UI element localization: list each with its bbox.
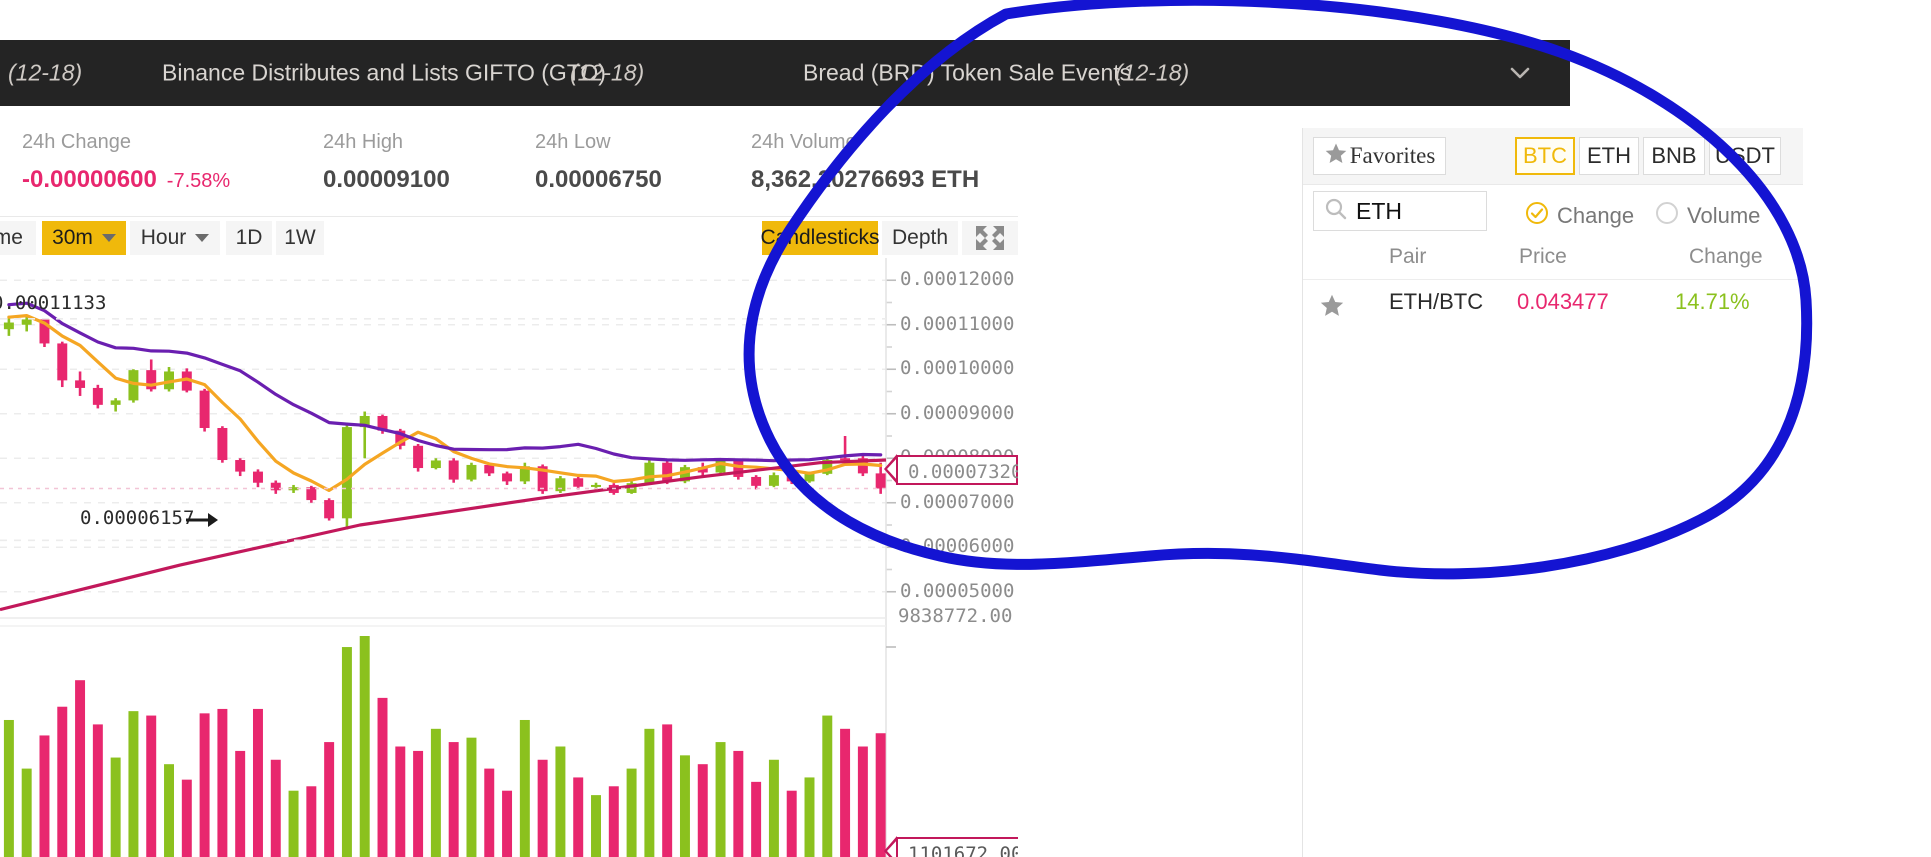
search-box[interactable] — [1313, 191, 1487, 231]
stat-24h-low: 24h Low 0.00006750 — [535, 130, 662, 195]
sort-volume-label: Volume — [1687, 203, 1761, 228]
sort-volume-radio[interactable]: Volume — [1655, 201, 1760, 231]
stat-value: -0.00000600 -7.58% — [22, 165, 230, 196]
stat-label: 24h Volume — [751, 131, 857, 153]
stat-24h-change: 24h Change -0.00000600 -7.58% — [22, 130, 230, 196]
toolbar-depth-label: Depth — [891, 226, 949, 249]
price-axis-tick: 0.00009000 — [900, 401, 1015, 424]
currency-tab-usdt[interactable]: USDT — [1709, 137, 1781, 175]
news-ticker[interactable]: (12-18) Binance Distributes and Lists GI… — [0, 40, 1570, 106]
chevron-down-icon[interactable] — [1506, 59, 1534, 87]
news-date-1: (12-18) — [8, 59, 83, 86]
expand-icon — [976, 226, 1004, 250]
favorites-tab[interactable]: Favorites — [1313, 137, 1446, 175]
stat-percent: -7.58% — [166, 170, 231, 192]
column-header-pair[interactable]: Pair — [1389, 245, 1426, 269]
toolbar-candlesticks-label: Candlesticks — [760, 226, 880, 249]
trading-page: (12-18) Binance Distributes and Lists GI… — [0, 0, 1931, 857]
price-axis-tick: 0.00011000 — [900, 312, 1015, 335]
news-headline-1[interactable]: Binance Distributes and Lists GIFTO (GTO… — [162, 60, 606, 87]
currency-tab-eth[interactable]: ETH — [1579, 137, 1639, 175]
stat-value: 8,362.20276693 ETH — [751, 166, 980, 193]
current-price-tag: 0.00007320 — [896, 455, 1018, 485]
radio-checked-icon — [1525, 201, 1549, 231]
chart-annotation-low: 0.00006157 — [80, 507, 195, 529]
search-input[interactable] — [1356, 197, 1466, 225]
news-date-2: (12-18) — [570, 59, 645, 86]
stat-label: 24h Low — [535, 131, 611, 153]
stat-24h-high: 24h High 0.00009100 — [323, 130, 450, 195]
price-chart[interactable]: 0.00012000 0.00011000 0.00010000 0.00009000… — [0, 258, 1018, 857]
column-header-price[interactable]: Price — [1519, 245, 1567, 269]
chart-toolbar: Time 30m Hour 1D 1W Candlesticks Depth — [0, 216, 1018, 260]
row-price: 0.043477 — [1517, 289, 1609, 314]
market-panel: Favorites BTC ETH BNB USDT Change — [1302, 128, 1803, 857]
arrow-right-icon — [186, 510, 218, 530]
toolbar-hour-label: Hour — [140, 226, 187, 249]
ticker-stats-bar: 24h Change -0.00000600 -7.58% 24h High 0.… — [0, 106, 1018, 216]
toolbar-depth-button[interactable]: Depth — [882, 221, 958, 255]
currency-tab-label: BTC — [1523, 143, 1567, 168]
currency-tab-label: BNB — [1651, 143, 1697, 168]
toolbar-1d-label: 1D — [235, 226, 263, 249]
price-axis-tick: 0.00007000 — [900, 490, 1015, 513]
sort-change-radio[interactable]: Change — [1525, 201, 1634, 231]
chevron-down-icon — [195, 234, 210, 242]
stat-label: 24h Change — [22, 131, 131, 153]
currency-tab-btc[interactable]: BTC — [1515, 137, 1575, 175]
toolbar-1w-label: 1W — [284, 226, 316, 249]
market-table-header: Pair Price Change — [1303, 237, 1803, 280]
market-tabs: Favorites BTC ETH BNB USDT — [1303, 128, 1803, 185]
toolbar-1w-button[interactable]: 1W — [276, 221, 324, 255]
stat-number: -0.00000600 — [22, 166, 157, 193]
price-axis-tick: 0.00010000 — [900, 357, 1015, 380]
toolbar-1d-button[interactable]: 1D — [226, 221, 272, 255]
news-date-3: (12-18) — [1115, 59, 1190, 86]
toolbar-fullscreen-button[interactable] — [962, 221, 1018, 255]
current-volume-tag: 1101672.0000 — [896, 837, 1018, 857]
currency-tab-bnb[interactable]: BNB — [1643, 137, 1705, 175]
stat-24h-volume: 24h Volume 8,362.20276693 ETH — [751, 130, 979, 195]
row-pair: ETH/BTC — [1389, 289, 1484, 314]
chart-annotation-high: 0.00011133 — [0, 292, 107, 314]
search-icon — [1324, 197, 1348, 226]
toolbar-interval-30m[interactable]: 30m — [42, 221, 126, 255]
toolbar-time-button[interactable]: Time — [0, 221, 36, 255]
column-header-change[interactable]: Change — [1689, 245, 1763, 269]
chart-canvas[interactable] — [0, 258, 1018, 857]
row-change: 14.71% — [1675, 289, 1750, 314]
price-axis-tick: 0.00006000 — [900, 535, 1015, 558]
star-icon — [1324, 141, 1348, 171]
stat-value: 0.00009100 — [323, 166, 450, 193]
price-axis-tick: 0.00012000 — [900, 268, 1015, 291]
table-row[interactable]: ETH/BTC 0.043477 14.71% — [1303, 280, 1803, 326]
sort-change-label: Change — [1557, 203, 1635, 228]
volume-axis-tick: 9838772.00 — [898, 605, 1013, 627]
toolbar-candlesticks-button[interactable]: Candlesticks — [760, 221, 880, 255]
stat-value: 0.00006750 — [535, 166, 662, 193]
stat-label: 24h High — [323, 131, 404, 153]
toolbar-time-label: Time — [0, 226, 23, 249]
market-search-row: Change Volume — [1303, 185, 1803, 237]
price-axis-tick: 0.00005000 — [900, 579, 1015, 602]
currency-tab-label: ETH — [1587, 143, 1631, 168]
favorites-label: Favorites — [1349, 143, 1436, 168]
currency-tab-label: USDT — [1715, 143, 1775, 168]
chevron-down-icon — [101, 234, 116, 242]
toolbar-interval-label: 30m — [52, 226, 93, 249]
toolbar-hour-button[interactable]: Hour — [130, 221, 220, 255]
radio-unchecked-icon — [1655, 201, 1679, 231]
star-icon[interactable] — [1319, 292, 1345, 323]
news-headline-2[interactable]: Bread (BRD) Token Sale Events — [803, 60, 1131, 87]
